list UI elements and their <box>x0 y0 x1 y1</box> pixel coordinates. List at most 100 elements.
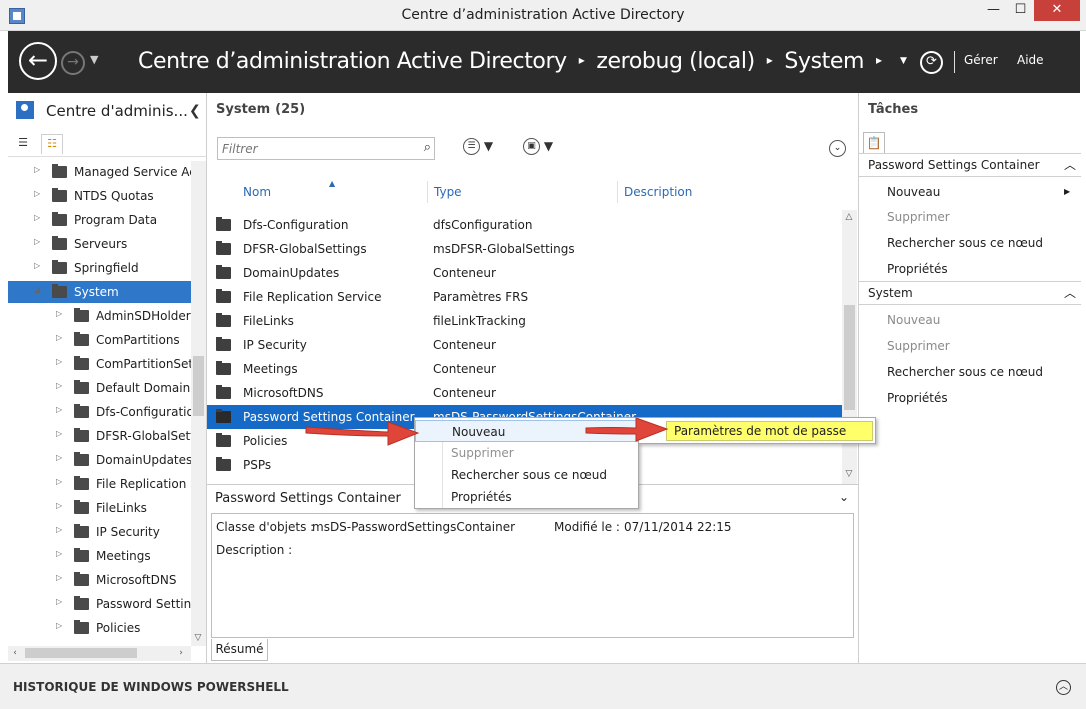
collapse-icon[interactable]: ︿ <box>1064 156 1076 173</box>
scroll-down-icon[interactable]: ▽ <box>842 469 856 479</box>
expand-arrow-icon[interactable]: ▷ <box>56 405 62 414</box>
tree-scrollbar[interactable]: ▽ <box>191 161 206 646</box>
expand-arrow-icon[interactable]: ▷ <box>56 573 62 582</box>
task-new[interactable]: Nouveau <box>887 185 940 199</box>
task-search-under-node[interactable]: Rechercher sous ce nœud <box>887 365 1043 379</box>
task-properties[interactable]: Propriétés <box>887 262 948 276</box>
scroll-left-icon[interactable]: ‹ <box>8 648 22 658</box>
menu-item-password-settings[interactable]: Paramètres de mot de passe <box>666 421 873 441</box>
list-view-icon[interactable]: ☰ <box>12 134 34 154</box>
expand-arrow-icon[interactable]: ▷ <box>56 621 62 630</box>
breadcrumb-dropdown-icon[interactable]: ▼ <box>900 56 907 66</box>
expand-icon[interactable]: ⌄ <box>829 140 846 157</box>
chevron-down-icon[interactable]: ⌄ <box>839 490 849 504</box>
tree-item[interactable]: ▷ DomainUpdates <box>8 449 191 471</box>
minimize-button[interactable]: — <box>980 0 1007 21</box>
tasks-section-header[interactable]: Password Settings Container ︿ <box>859 153 1081 177</box>
scroll-up-icon[interactable]: △ <box>842 212 856 222</box>
expand-arrow-icon[interactable]: ▷ <box>56 453 62 462</box>
task-delete[interactable]: Supprimer <box>887 339 950 353</box>
scroll-down-icon[interactable]: ▽ <box>191 633 205 643</box>
task-new[interactable]: Nouveau <box>887 313 940 327</box>
breadcrumb-system[interactable]: System <box>784 49 864 74</box>
tree-item[interactable]: ▷ FileLinks <box>8 497 191 519</box>
tree-item[interactable]: ▷ ComPartitions <box>8 329 191 351</box>
tree-scrollbar-thumb[interactable] <box>193 356 204 416</box>
collapse-icon[interactable]: ︿ <box>1064 284 1076 301</box>
scroll-right-icon[interactable]: › <box>174 648 188 658</box>
expand-up-icon[interactable]: ︿ <box>1056 680 1071 695</box>
search-icon[interactable]: ⌕ <box>424 140 431 155</box>
menu-item-properties[interactable]: Propriétés <box>415 486 638 508</box>
breadcrumb-separator-icon[interactable]: ▸ <box>767 53 773 67</box>
expand-arrow-icon[interactable]: ▷ <box>56 357 62 366</box>
collapse-pane-icon[interactable]: ❮ <box>189 103 201 119</box>
tree-item[interactable]: ▷ Program Data <box>8 209 191 231</box>
task-properties[interactable]: Propriétés <box>887 391 948 405</box>
tree-item[interactable]: ▷ Springfield <box>8 257 191 279</box>
table-row[interactable]: MicrosoftDNS Conteneur <box>207 381 842 405</box>
tab-summary[interactable]: Résumé <box>211 639 268 661</box>
tree-item[interactable]: ▷ ComPartitionSets <box>8 353 191 375</box>
tree-hscrollbar-thumb[interactable] <box>25 648 137 658</box>
table-row[interactable]: Meetings Conteneur <box>207 357 842 381</box>
expand-arrow-icon[interactable]: ▷ <box>34 261 40 270</box>
breadcrumb-separator-icon[interactable]: ▸ <box>876 53 882 67</box>
expand-arrow-icon[interactable]: ▷ <box>56 525 62 534</box>
breadcrumb-separator-icon[interactable]: ▸ <box>579 53 585 67</box>
tree-item[interactable]: ▷ Password Settings <box>8 593 191 615</box>
expand-arrow-icon[interactable]: ▷ <box>56 309 62 318</box>
expand-arrow-icon[interactable]: ▷ <box>56 477 62 486</box>
expanded-arrow-icon[interactable]: ◢ <box>34 285 40 294</box>
expand-arrow-icon[interactable]: ▷ <box>56 501 62 510</box>
tree-item[interactable]: ▷ MicrosoftDNS <box>8 569 191 591</box>
tree-item[interactable]: ▷ Policies <box>8 617 191 639</box>
history-dropdown-icon[interactable]: ▼ <box>90 53 98 66</box>
table-row[interactable]: IP Security Conteneur <box>207 333 842 357</box>
expand-arrow-icon[interactable]: ▷ <box>56 549 62 558</box>
view-options-button[interactable]: ☰ ▼ <box>463 138 493 155</box>
table-row[interactable]: File Replication Service Paramètres FRS <box>207 285 842 309</box>
breadcrumb-domain[interactable]: zerobug (local) <box>596 49 755 74</box>
tree-item[interactable]: ▷ Default Domain Po <box>8 377 191 399</box>
tree-item[interactable]: ▷ DFSR-GlobalSettin <box>8 425 191 447</box>
list-scrollbar-thumb[interactable] <box>844 305 855 410</box>
filter-box[interactable]: ⌕ <box>217 137 435 160</box>
table-row[interactable]: DFSR-GlobalSettings msDFSR-GlobalSettings <box>207 237 842 261</box>
expand-arrow-icon[interactable]: ▷ <box>56 333 62 342</box>
help-menu[interactable]: Aide <box>1017 53 1044 67</box>
table-row[interactable]: DomainUpdates Conteneur <box>207 261 842 285</box>
clipboard-icon[interactable]: 📋 <box>863 132 885 154</box>
menu-item-new[interactable]: Nouveau ▶ <box>415 420 638 442</box>
expand-arrow-icon[interactable]: ▷ <box>34 165 40 174</box>
expand-arrow-icon[interactable]: ▷ <box>34 213 40 222</box>
expand-arrow-icon[interactable]: ▷ <box>34 189 40 198</box>
table-row[interactable]: Dfs-Configuration dfsConfiguration <box>207 213 842 237</box>
refresh-icon[interactable]: ⟳ <box>920 51 943 74</box>
tree-item[interactable]: ◢ System <box>8 281 191 303</box>
breadcrumb-root[interactable]: Centre d’administration Active Directory <box>138 49 567 74</box>
task-search-under-node[interactable]: Rechercher sous ce nœud <box>887 236 1043 250</box>
tree-item[interactable]: ▷ NTDS Quotas <box>8 185 191 207</box>
back-arrow-icon[interactable]: ← <box>19 42 57 80</box>
tree-item[interactable]: ▷ Serveurs <box>8 233 191 255</box>
tasks-section-header[interactable]: System ︿ <box>859 281 1081 305</box>
column-header-name[interactable]: Nom <box>243 185 271 199</box>
tree-item[interactable]: ▷ File Replication Se <box>8 473 191 495</box>
powershell-history-bar[interactable]: HISTORIQUE DE WINDOWS POWERSHELL ︿ <box>0 663 1086 709</box>
tree-item[interactable]: ▷ Meetings <box>8 545 191 567</box>
task-delete[interactable]: Supprimer <box>887 210 950 224</box>
column-header-type[interactable]: Type <box>434 185 462 199</box>
maximize-button[interactable]: ☐ <box>1007 0 1034 21</box>
manage-menu[interactable]: Gérer <box>964 53 998 67</box>
close-button[interactable]: ✕ <box>1034 0 1080 21</box>
tree-view-icon[interactable]: ☷ <box>41 134 63 154</box>
tree-item[interactable]: ▷ IP Security <box>8 521 191 543</box>
expand-arrow-icon[interactable]: ▷ <box>56 597 62 606</box>
expand-arrow-icon[interactable]: ▷ <box>34 237 40 246</box>
tree-item[interactable]: ▷ Dfs-Configuration <box>8 401 191 423</box>
tree-item[interactable]: ▷ AdminSDHolder <box>8 305 191 327</box>
filter-input[interactable] <box>218 138 408 159</box>
save-query-button[interactable]: ▣ ▼ <box>523 138 553 155</box>
table-row[interactable]: FileLinks fileLinkTracking <box>207 309 842 333</box>
